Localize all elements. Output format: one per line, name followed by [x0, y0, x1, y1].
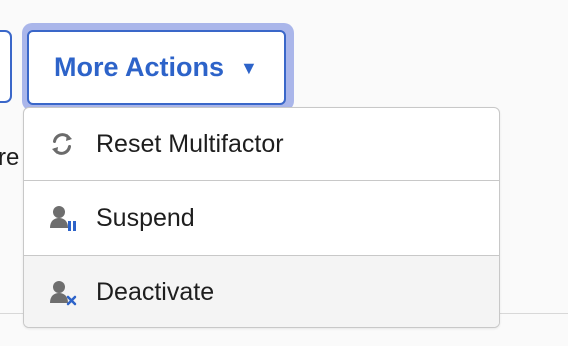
partial-button[interactable]: [0, 30, 12, 103]
menu-item-label: Reset Multifactor: [96, 129, 284, 158]
user-x-icon: [46, 279, 78, 307]
menu-item-label: Suspend: [96, 203, 195, 232]
actions-panel: re More Actions ▼ Reset Multifactor Susp…: [0, 0, 568, 346]
partial-label: re: [0, 144, 20, 171]
more-actions-label: More Actions: [54, 52, 225, 82]
more-actions-menu: Reset Multifactor Suspend Deactivate: [23, 107, 500, 328]
refresh-icon: [46, 130, 78, 158]
user-pause-icon: [46, 204, 78, 232]
menu-item-reset-multifactor[interactable]: Reset Multifactor: [24, 108, 499, 181]
more-actions-button[interactable]: More Actions ▼: [27, 30, 286, 105]
menu-item-label: Deactivate: [96, 278, 215, 306]
menu-item-suspend[interactable]: Suspend: [24, 181, 499, 256]
chevron-down-icon: ▼: [240, 57, 258, 78]
menu-item-deactivate[interactable]: Deactivate: [24, 256, 499, 327]
